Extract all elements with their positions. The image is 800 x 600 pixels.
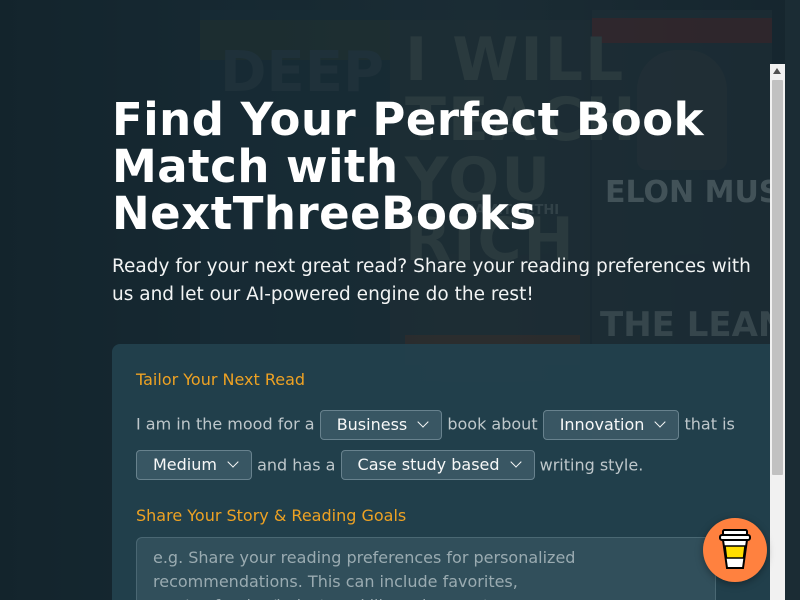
sentence-text-4: and has a: [257, 455, 336, 474]
buy-me-a-coffee-button[interactable]: [703, 518, 767, 582]
scrollbar[interactable]: [770, 64, 785, 600]
chevron-down-icon: [227, 456, 239, 468]
style-select-value: Case study based: [357, 455, 500, 474]
style-select[interactable]: Case study based: [340, 450, 535, 480]
sentence-text-5: writing style.: [539, 455, 644, 474]
sentence-text-1: I am in the mood for a: [136, 414, 315, 434]
preference-sentence: I am in the mood for a Business book abo…: [136, 404, 756, 485]
length-select-value: Medium: [153, 455, 217, 474]
page-subtitle: Ready for your next great read? Share yo…: [112, 256, 751, 305]
sentence-text-2: book about: [447, 414, 538, 434]
chevron-down-icon: [654, 415, 667, 428]
scrollbar-thumb[interactable]: [772, 80, 783, 475]
preferences-card: Tailor Your Next Read I am in the mood f…: [112, 344, 782, 600]
scroll-up-arrow-icon[interactable]: [773, 68, 781, 74]
sentence-text-3: that is: [684, 414, 735, 434]
genre-select[interactable]: Business: [319, 409, 443, 440]
coffee-cup-icon: [719, 529, 751, 569]
length-select[interactable]: Medium: [136, 450, 252, 480]
tailor-section-title: Tailor Your Next Read: [136, 370, 306, 389]
topic-select[interactable]: Innovation: [542, 409, 680, 440]
page-title: Find Your Perfect Book Match with NextTh…: [112, 93, 705, 240]
topic-select-value: Innovation: [559, 414, 645, 434]
story-textarea[interactable]: e.g. Share your reading preferences for …: [136, 537, 716, 600]
story-textarea-placeholder: e.g. Share your reading preferences for …: [153, 548, 576, 600]
chevron-down-icon: [509, 456, 522, 468]
story-section-title: Share Your Story & Reading Goals: [136, 506, 407, 525]
page-edge: [785, 0, 800, 600]
chevron-down-icon: [417, 415, 429, 428]
hero-section: Find Your Perfect Book Match with NextTh…: [112, 96, 772, 309]
genre-select-value: Business: [336, 414, 408, 434]
